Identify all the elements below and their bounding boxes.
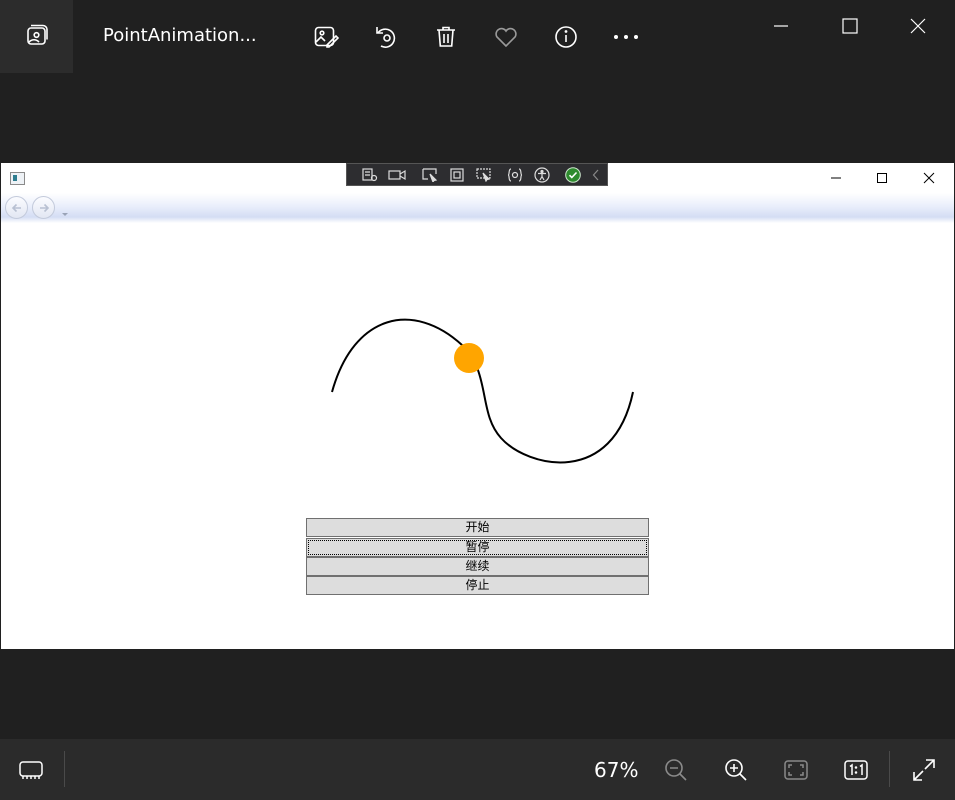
start-button[interactable]: 开始 bbox=[306, 518, 649, 537]
favorite-icon bbox=[495, 27, 517, 48]
edit-image-icon bbox=[314, 26, 339, 48]
close-button[interactable] bbox=[894, 8, 942, 44]
minimize-button[interactable] bbox=[757, 8, 805, 44]
zoom-in-icon bbox=[725, 759, 747, 781]
filmstrip-button[interactable] bbox=[16, 755, 46, 785]
resume-button[interactable]: 继续 bbox=[306, 557, 649, 576]
close-icon bbox=[910, 18, 926, 34]
more-button[interactable] bbox=[609, 20, 643, 54]
stop-button[interactable]: 停止 bbox=[306, 576, 649, 595]
favorite-button[interactable] bbox=[489, 20, 523, 54]
filmstrip-icon bbox=[19, 761, 43, 779]
zoom-level: 67% bbox=[594, 758, 639, 782]
file-title: PointAnimation... bbox=[103, 25, 257, 46]
zoom-in-button[interactable] bbox=[721, 755, 751, 785]
separator bbox=[64, 751, 65, 787]
bottom-bar: 67% bbox=[0, 739, 955, 800]
zoom-out-button[interactable] bbox=[661, 755, 691, 785]
full-screen-button[interactable] bbox=[909, 755, 939, 785]
delete-button[interactable] bbox=[429, 20, 463, 54]
actual-size-button[interactable] bbox=[841, 755, 871, 785]
animated-point bbox=[454, 343, 484, 373]
fit-to-window-icon bbox=[784, 760, 808, 780]
rotate-icon bbox=[376, 27, 396, 48]
maximize-icon bbox=[842, 18, 858, 34]
more-icon bbox=[614, 35, 638, 39]
minimize-icon bbox=[774, 25, 788, 27]
image-canvas: 开始 暂停 继续 停止 bbox=[1, 163, 954, 649]
expand-icon bbox=[913, 759, 935, 781]
rotate-button[interactable] bbox=[369, 20, 403, 54]
edit-image-button[interactable] bbox=[309, 20, 343, 54]
actual-size-icon bbox=[844, 760, 868, 780]
info-button[interactable] bbox=[549, 20, 583, 54]
animation-path bbox=[331, 318, 634, 464]
separator bbox=[889, 751, 890, 787]
fit-to-window-button[interactable] bbox=[781, 755, 811, 785]
photos-app-icon-tile[interactable] bbox=[0, 0, 73, 73]
info-icon bbox=[555, 26, 577, 48]
photos-app-icon bbox=[27, 24, 48, 45]
maximize-button[interactable] bbox=[826, 8, 874, 44]
delete-icon bbox=[437, 26, 455, 47]
pause-button[interactable]: 暂停 bbox=[306, 538, 649, 557]
zoom-out-icon bbox=[665, 759, 687, 781]
